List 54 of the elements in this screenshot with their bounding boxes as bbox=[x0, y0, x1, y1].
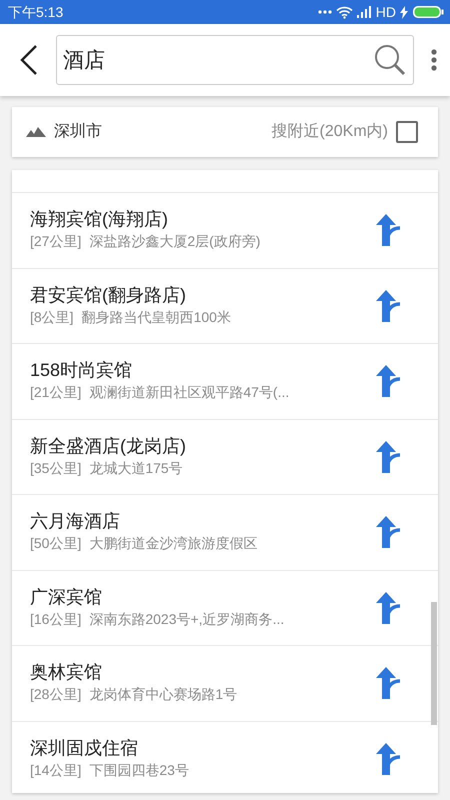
directions-icon[interactable] bbox=[376, 290, 402, 322]
scrollbar[interactable] bbox=[431, 602, 437, 725]
nearby-label: 搜附近(20Km内) bbox=[272, 122, 388, 142]
more-icon bbox=[318, 10, 332, 14]
distance-text: [35公里] bbox=[30, 458, 82, 478]
hotel-name: 六月海酒店 bbox=[30, 510, 121, 534]
search-icon[interactable] bbox=[374, 44, 406, 76]
distance-text: [27公里] bbox=[30, 232, 82, 252]
clock-text: 下午5:13 bbox=[8, 2, 64, 22]
address-text: 龙岗体育中心赛场路1号 bbox=[89, 685, 238, 704]
network-text: HD bbox=[376, 2, 396, 22]
result-item[interactable]: 六月海酒店 [50公里] 大鹏街道金沙湾旅游度假区 bbox=[12, 495, 438, 570]
directions-icon[interactable] bbox=[376, 440, 402, 473]
directions-icon[interactable] bbox=[376, 667, 402, 700]
search-field[interactable]: 酒店 bbox=[56, 35, 414, 85]
distance-text: [50公里] bbox=[30, 534, 82, 554]
result-item[interactable]: 君安宾馆(翻身路店) [8公里] 翻身路当代皇朝西100米 bbox=[12, 268, 438, 344]
distance-text: [28公里] bbox=[30, 685, 82, 704]
wifi-icon bbox=[336, 6, 353, 18]
address-text: 观澜街道新田社区观平路47号(... bbox=[89, 383, 290, 402]
address-text: 深南东路2023号+,近罗湖商务... bbox=[89, 610, 284, 629]
directions-icon[interactable] bbox=[376, 365, 402, 398]
address-text: 大鹏街道金沙湾旅游度假区 bbox=[89, 534, 258, 554]
result-item[interactable]: 158时尚宾馆 [21公里] 观澜街道新田社区观平路47号(... bbox=[12, 344, 438, 420]
result-item[interactable]: 深圳固戍住宿 [14公里] 下围园四巷23号 bbox=[12, 722, 438, 793]
directions-icon[interactable] bbox=[376, 214, 402, 246]
signal-icon bbox=[356, 6, 372, 18]
more-options-button[interactable] bbox=[430, 49, 438, 71]
directions-icon[interactable] bbox=[376, 742, 402, 775]
hotel-name: 新全盛酒店(龙岗店) bbox=[30, 434, 186, 458]
distance-text: [21公里] bbox=[30, 383, 82, 402]
hotel-name: 广深宾馆 bbox=[30, 586, 103, 609]
address-text: 深盐路沙鑫大厦2层(政府旁) bbox=[89, 232, 260, 252]
city-selector[interactable]: 深圳市 bbox=[54, 120, 102, 144]
distance-text: [8公里] bbox=[30, 308, 74, 327]
address-text: 翻身路当代皇朝西100米 bbox=[82, 308, 231, 327]
hotel-name: 奥林宾馆 bbox=[30, 661, 103, 684]
result-item[interactable]: 新全盛酒店(龙岗店) [35公里] 龙城大道175号 bbox=[12, 420, 438, 495]
battery-icon bbox=[412, 5, 444, 19]
address-text: 龙城大道175号 bbox=[89, 458, 183, 478]
result-item[interactable]: 海翔宾馆(海翔店) [27公里] 深盐路沙鑫大厦2层(政府旁) bbox=[12, 193, 438, 268]
back-button[interactable] bbox=[18, 44, 40, 76]
hotel-name: 158时尚宾馆 bbox=[30, 359, 134, 382]
charging-icon bbox=[400, 6, 408, 18]
nearby-checkbox[interactable] bbox=[396, 121, 418, 143]
address-text: 下围园四巷23号 bbox=[89, 760, 189, 780]
directions-icon[interactable] bbox=[376, 592, 402, 624]
mountain-icon bbox=[26, 127, 46, 137]
hotel-name: 君安宾馆(翻身路店) bbox=[30, 284, 187, 307]
directions-icon[interactable] bbox=[376, 516, 402, 548]
distance-text: [16公里] bbox=[30, 610, 82, 629]
distance-text: [14公里] bbox=[30, 760, 82, 780]
hotel-name: 深圳固戍住宿 bbox=[30, 736, 139, 760]
hotel-name: 海翔宾馆(海翔店) bbox=[30, 208, 169, 232]
